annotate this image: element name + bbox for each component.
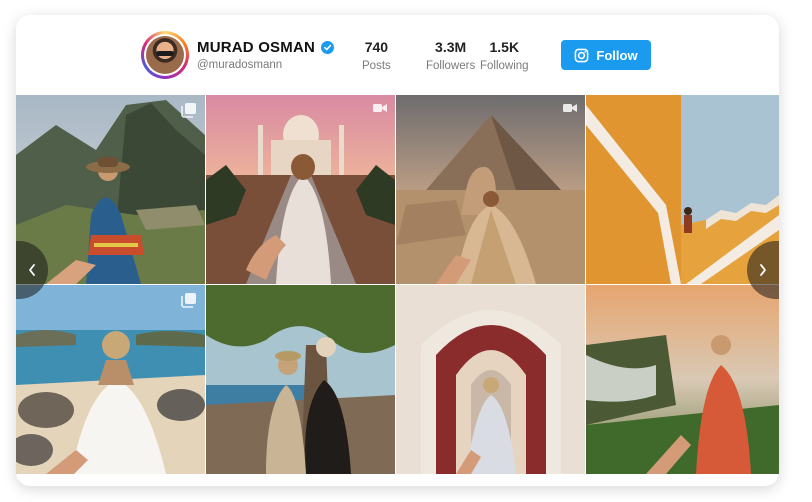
photo-tile-tree-beach[interactable]	[206, 285, 395, 474]
instagram-feed-widget: MURAD OSMAN @muradosmann 740 Posts 3.3M …	[16, 15, 779, 486]
photo-tile-moroccan-arch[interactable]	[396, 285, 585, 474]
profile-header: MURAD OSMAN @muradosmann 740 Posts 3.3M …	[16, 15, 779, 95]
instagram-icon	[575, 48, 589, 62]
photo-tile-taj-mahal[interactable]	[206, 95, 395, 284]
photo-grid	[16, 95, 779, 476]
avatar[interactable]	[141, 31, 189, 79]
profile-handle: @muradosmann	[197, 59, 283, 71]
stat-following: 1.5K Following	[480, 39, 529, 72]
stat-following-label: Following	[480, 60, 529, 72]
stat-following-value: 1.5K	[489, 39, 520, 55]
video-icon	[373, 102, 387, 114]
stat-posts: 740 Posts	[362, 39, 391, 72]
follow-button-label: Follow	[596, 47, 638, 63]
stat-posts-value: 740	[364, 39, 389, 55]
photo-tile-waterfall[interactable]	[586, 285, 779, 474]
verified-badge-icon	[321, 41, 335, 54]
photo-tile-pyramid[interactable]	[396, 95, 585, 284]
stat-posts-label: Posts	[362, 60, 391, 72]
chevron-left-icon	[29, 264, 35, 276]
profile-name[interactable]: MURAD OSMAN	[197, 39, 315, 56]
photo-tile-beach-tortoises[interactable]	[16, 285, 205, 474]
follow-button[interactable]: Follow	[561, 40, 651, 70]
stat-followers-value: 3.3M	[435, 39, 467, 55]
avatar-photo	[146, 36, 184, 74]
carousel-icon	[181, 292, 197, 308]
chevron-right-icon	[760, 264, 766, 276]
stat-followers-label: Followers	[426, 60, 476, 72]
carousel-icon	[181, 102, 197, 118]
video-icon	[563, 102, 577, 114]
stat-followers: 3.3M Followers	[426, 39, 475, 72]
